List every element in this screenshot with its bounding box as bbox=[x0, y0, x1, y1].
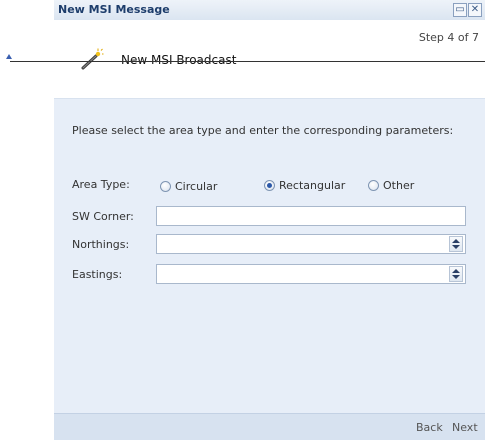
magic-wand-icon bbox=[81, 48, 104, 70]
northings-spinner[interactable] bbox=[449, 236, 463, 252]
radio-other[interactable]: Other bbox=[368, 179, 428, 193]
wizard-header: Step 4 of 7 New MSI Broadcast bbox=[54, 20, 485, 82]
wizard-footer: Back Next bbox=[54, 413, 485, 440]
eastings-label: Eastings: bbox=[72, 268, 123, 281]
spin-down-icon[interactable] bbox=[452, 245, 460, 249]
radio-button[interactable] bbox=[160, 181, 171, 192]
radio-label: Circular bbox=[175, 180, 218, 193]
window-title: New MSI Message bbox=[58, 3, 170, 16]
spin-up-icon[interactable] bbox=[452, 269, 460, 273]
radio-button[interactable] bbox=[368, 180, 379, 191]
sw-corner-label: SW Corner: bbox=[72, 210, 134, 223]
area-type-label: Area Type: bbox=[72, 178, 130, 191]
instruction-text: Please select the area type and enter th… bbox=[72, 124, 454, 137]
next-button[interactable]: Next bbox=[452, 421, 478, 434]
window-titlebar: New MSI Message ▭ ✕ bbox=[54, 0, 485, 21]
eastings-spinner[interactable] bbox=[449, 266, 463, 282]
spacer bbox=[54, 82, 485, 98]
restore-icon[interactable]: ▭ bbox=[453, 3, 467, 17]
spin-up-icon[interactable] bbox=[452, 239, 460, 243]
back-button[interactable]: Back bbox=[416, 421, 443, 434]
sw-corner-input[interactable] bbox=[156, 206, 466, 226]
step-indicator: Step 4 of 7 bbox=[418, 31, 479, 44]
form-panel: Please select the area type and enter th… bbox=[54, 98, 485, 440]
spin-down-icon[interactable] bbox=[452, 275, 460, 279]
wizard-title: New MSI Broadcast bbox=[121, 53, 237, 67]
radio-button-selected[interactable] bbox=[264, 180, 275, 191]
northings-label: Northings: bbox=[72, 238, 130, 251]
eastings-input[interactable] bbox=[156, 264, 466, 284]
radio-rectangular[interactable]: Rectangular bbox=[264, 179, 354, 193]
close-icon[interactable]: ✕ bbox=[468, 3, 482, 17]
northings-input[interactable] bbox=[156, 234, 466, 254]
radio-circular[interactable]: Circular bbox=[160, 180, 240, 194]
radio-label: Other bbox=[383, 179, 415, 192]
radio-label: Rectangular bbox=[279, 179, 346, 192]
divider-line bbox=[10, 61, 485, 62]
marker-triangle-icon bbox=[6, 54, 12, 59]
